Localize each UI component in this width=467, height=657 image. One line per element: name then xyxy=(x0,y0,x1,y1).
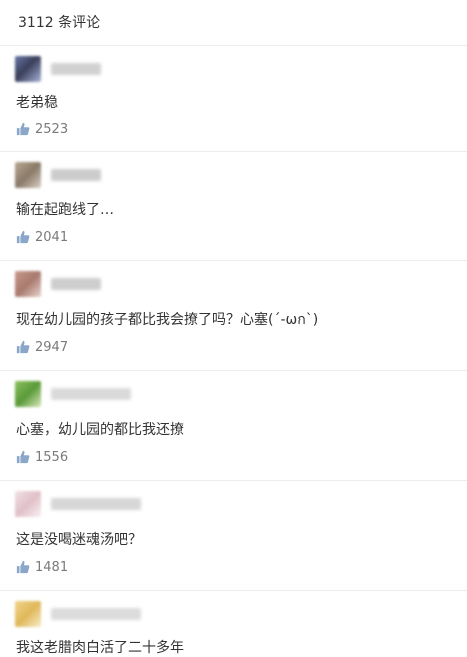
comment-user[interactable] xyxy=(15,162,101,188)
like-button[interactable]: 2947 xyxy=(16,339,68,355)
like-button[interactable]: 2041 xyxy=(16,229,68,245)
thumbs-up-icon xyxy=(16,560,30,574)
avatar[interactable] xyxy=(15,162,41,188)
like-button[interactable]: 1481 xyxy=(16,559,68,575)
comment-user[interactable] xyxy=(15,56,101,82)
thumbs-up-icon xyxy=(16,230,30,244)
like-button[interactable]: 2523 xyxy=(16,121,68,137)
like-count: 1481 xyxy=(35,559,69,575)
comment-user[interactable] xyxy=(15,601,141,627)
username-blurred[interactable] xyxy=(51,608,141,620)
avatar[interactable] xyxy=(15,271,41,297)
like-count: 2947 xyxy=(35,339,69,355)
comment-user[interactable] xyxy=(15,491,141,517)
username-blurred[interactable] xyxy=(51,498,141,510)
comment-item: 我这老腊肉白活了二十多年 xyxy=(0,591,467,657)
comment-text: 这是没喝迷魂汤吧？ xyxy=(16,532,142,548)
like-button[interactable]: 1556 xyxy=(16,449,68,465)
avatar[interactable] xyxy=(15,491,41,517)
username-blurred[interactable] xyxy=(51,278,101,290)
comment-text: 心塞，幼儿园的都比我还撩 xyxy=(16,422,184,438)
avatar[interactable] xyxy=(15,601,41,627)
comment-user[interactable] xyxy=(15,381,131,407)
comments-header: 3112 条评论 xyxy=(0,0,467,46)
like-count: 2523 xyxy=(35,121,69,137)
comment-user[interactable] xyxy=(15,271,101,297)
username-blurred[interactable] xyxy=(51,63,101,75)
avatar[interactable] xyxy=(15,56,41,82)
thumbs-up-icon xyxy=(16,450,30,464)
comment-text: 老弟稳 xyxy=(16,95,58,111)
comment-text: 现在幼儿园的孩子都比我会撩了吗？心塞(´-ωก`) xyxy=(16,312,319,328)
thumbs-up-icon xyxy=(16,340,30,354)
comment-item: 这是没喝迷魂汤吧？ 1481 xyxy=(0,481,467,591)
comment-count-title: 3112 条评论 xyxy=(18,15,101,31)
comment-text: 输在起跑线了… xyxy=(16,202,114,218)
username-blurred[interactable] xyxy=(51,169,101,181)
like-count: 1556 xyxy=(35,449,69,465)
like-count: 2041 xyxy=(35,229,69,245)
comment-text: 我这老腊肉白活了二十多年 xyxy=(16,640,184,656)
comment-item: 现在幼儿园的孩子都比我会撩了吗？心塞(´-ωก`) 2947 xyxy=(0,261,467,371)
username-blurred[interactable] xyxy=(51,388,131,400)
comment-item: 输在起跑线了… 2041 xyxy=(0,152,467,261)
avatar[interactable] xyxy=(15,381,41,407)
comment-item: 老弟稳 2523 xyxy=(0,46,467,152)
comment-item: 心塞，幼儿园的都比我还撩 1556 xyxy=(0,371,467,481)
thumbs-up-icon xyxy=(16,122,30,136)
